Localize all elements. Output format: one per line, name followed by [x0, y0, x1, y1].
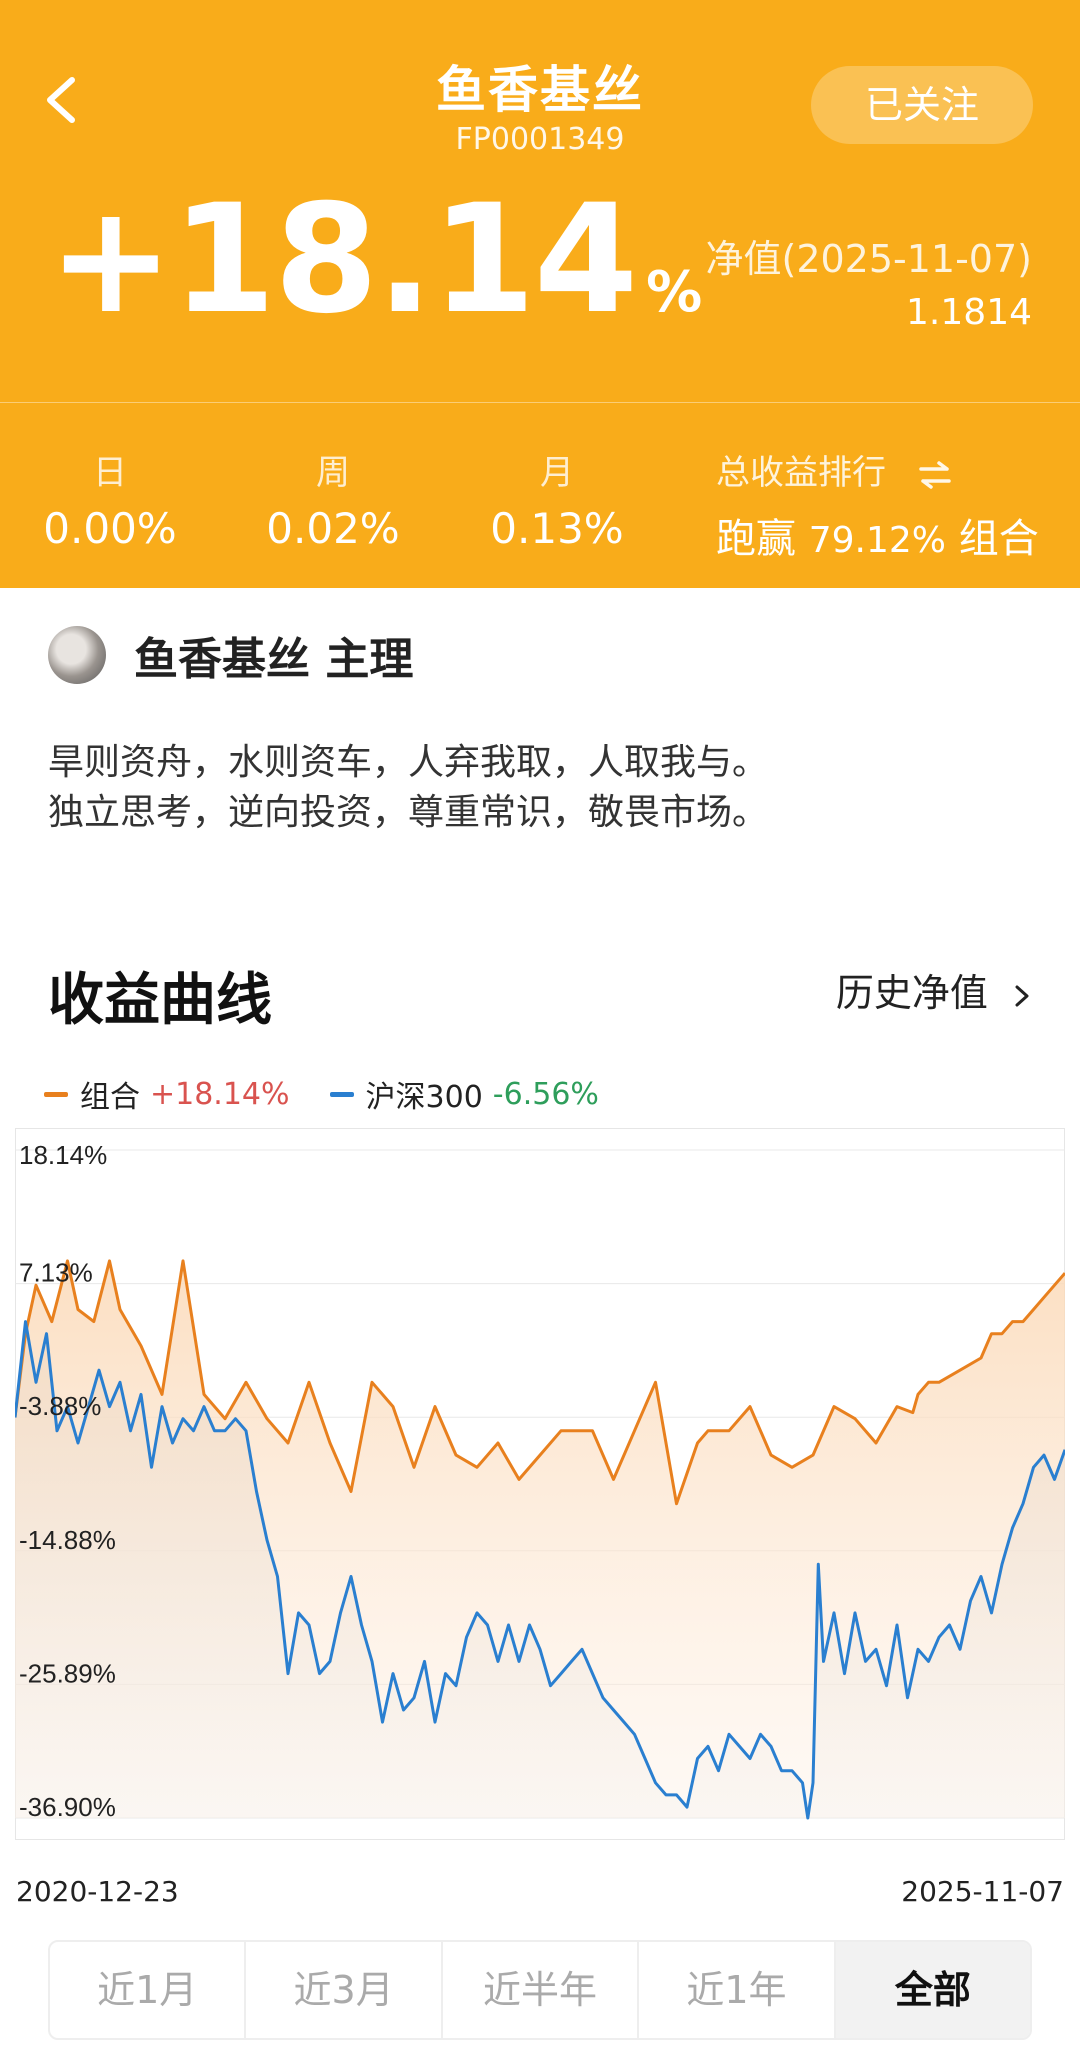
stat-day: 日 0.00% [30, 445, 190, 553]
stat-label: 周 [316, 453, 350, 493]
stat-value: 0.02% [266, 504, 400, 553]
nav-value: 1.1814 [906, 292, 1032, 333]
legend-value: -6.56% [492, 1076, 599, 1112]
legend-swatch [44, 1091, 68, 1097]
y-tick-label: 7.13% [19, 1258, 93, 1288]
manager-role: 主理 [325, 634, 414, 685]
total-return-unit: % [646, 260, 702, 325]
description-line: 独立思考，逆向投资，尊重常识，敬畏市场。 [48, 792, 769, 833]
legend-value: +18.14% [150, 1076, 290, 1112]
legend-name: 沪深300 [365, 1080, 483, 1115]
rank-suffix: 组合 [958, 516, 1039, 562]
rank-value: 跑赢 79.12% 组合 [716, 506, 1039, 564]
rank-block[interactable]: 总收益排行 跑赢 79.12% 组合 [716, 445, 1039, 564]
rank-label: 总收益排行 [716, 453, 886, 493]
avatar[interactable] [48, 626, 106, 684]
stat-label: 月 [540, 453, 574, 493]
rank-percent: 79.12% [808, 520, 946, 561]
portfolio-area [15, 1260, 1065, 1818]
chart-legend: 组合 +18.14% 沪深300 -6.56% [44, 1072, 639, 1116]
header: 鱼香基丝 FP0001349 已关注 +18.14% 净值(2025-11-07… [0, 0, 1080, 588]
total-return-value: +18.14 [48, 173, 638, 347]
range-3m[interactable]: 近3月 [246, 1942, 443, 2038]
manager-name-text: 鱼香基丝 [134, 634, 310, 685]
stat-label: 日 [93, 453, 127, 493]
y-tick-label: -3.88% [19, 1391, 101, 1421]
return-chart-svg: 18.14% 7.13% -3.88% -14.88% -25.89% -36.90% [15, 1128, 1065, 1840]
rank-prefix: 跑赢 [716, 516, 796, 562]
header-divider [0, 402, 1080, 403]
range-1m[interactable]: 近1月 [50, 1942, 247, 2038]
y-tick-label: -14.88% [19, 1525, 116, 1555]
return-chart[interactable]: 18.14% 7.13% -3.88% -14.88% -25.89% -36.90% [15, 1128, 1065, 1840]
stat-week: 周 0.02% [253, 445, 413, 553]
legend-item-portfolio[interactable]: 组合 +18.14% [44, 1072, 290, 1116]
range-selector: 近1月 近3月 近半年 近1年 全部 [48, 1940, 1032, 2040]
chevron-right-icon [1000, 971, 1032, 1015]
legend-item-benchmark[interactable]: 沪深300 -6.56% [329, 1072, 599, 1116]
range-6m[interactable]: 近半年 [443, 1942, 640, 2038]
y-tick-label: -36.90% [19, 1792, 116, 1822]
total-return: +18.14% [48, 180, 702, 373]
history-nav-label: 历史净值 [835, 971, 988, 1015]
range-1y[interactable]: 近1年 [639, 1942, 836, 2038]
rank-label-row: 总收益排行 [716, 445, 1039, 494]
y-tick-label: -25.89% [19, 1658, 116, 1688]
stat-value: 0.13% [490, 504, 624, 553]
nav-date-label: 净值(2025-11-07) [705, 237, 1033, 281]
x-axis-start: 2020-12-23 [16, 1875, 179, 1908]
y-tick-label: 18.14% [19, 1140, 107, 1170]
stat-value: 0.00% [43, 504, 177, 553]
swap-icon[interactable] [917, 460, 953, 490]
follow-button[interactable]: 已关注 [811, 66, 1033, 144]
description-line: 旱则资舟，水则资车，人弃我取，人取我与。 [48, 742, 769, 783]
history-nav-link[interactable]: 历史净值 [836, 962, 1032, 1017]
legend-swatch [329, 1091, 354, 1097]
manager-name: 鱼香基丝 主理 [134, 623, 413, 687]
range-all[interactable]: 全部 [835, 1942, 1030, 2038]
section-title: 收益曲线 [48, 968, 272, 1033]
manager-description: 旱则资舟，水则资车，人弃我取，人取我与。 独立思考，逆向投资，尊重常识，敬畏市场… [48, 738, 1038, 838]
legend-name: 组合 [80, 1080, 140, 1115]
manager-row[interactable]: 鱼香基丝 主理 [48, 625, 413, 685]
stat-month: 月 0.13% [477, 445, 637, 553]
x-axis-end: 2025-11-07 [901, 1875, 1064, 1908]
